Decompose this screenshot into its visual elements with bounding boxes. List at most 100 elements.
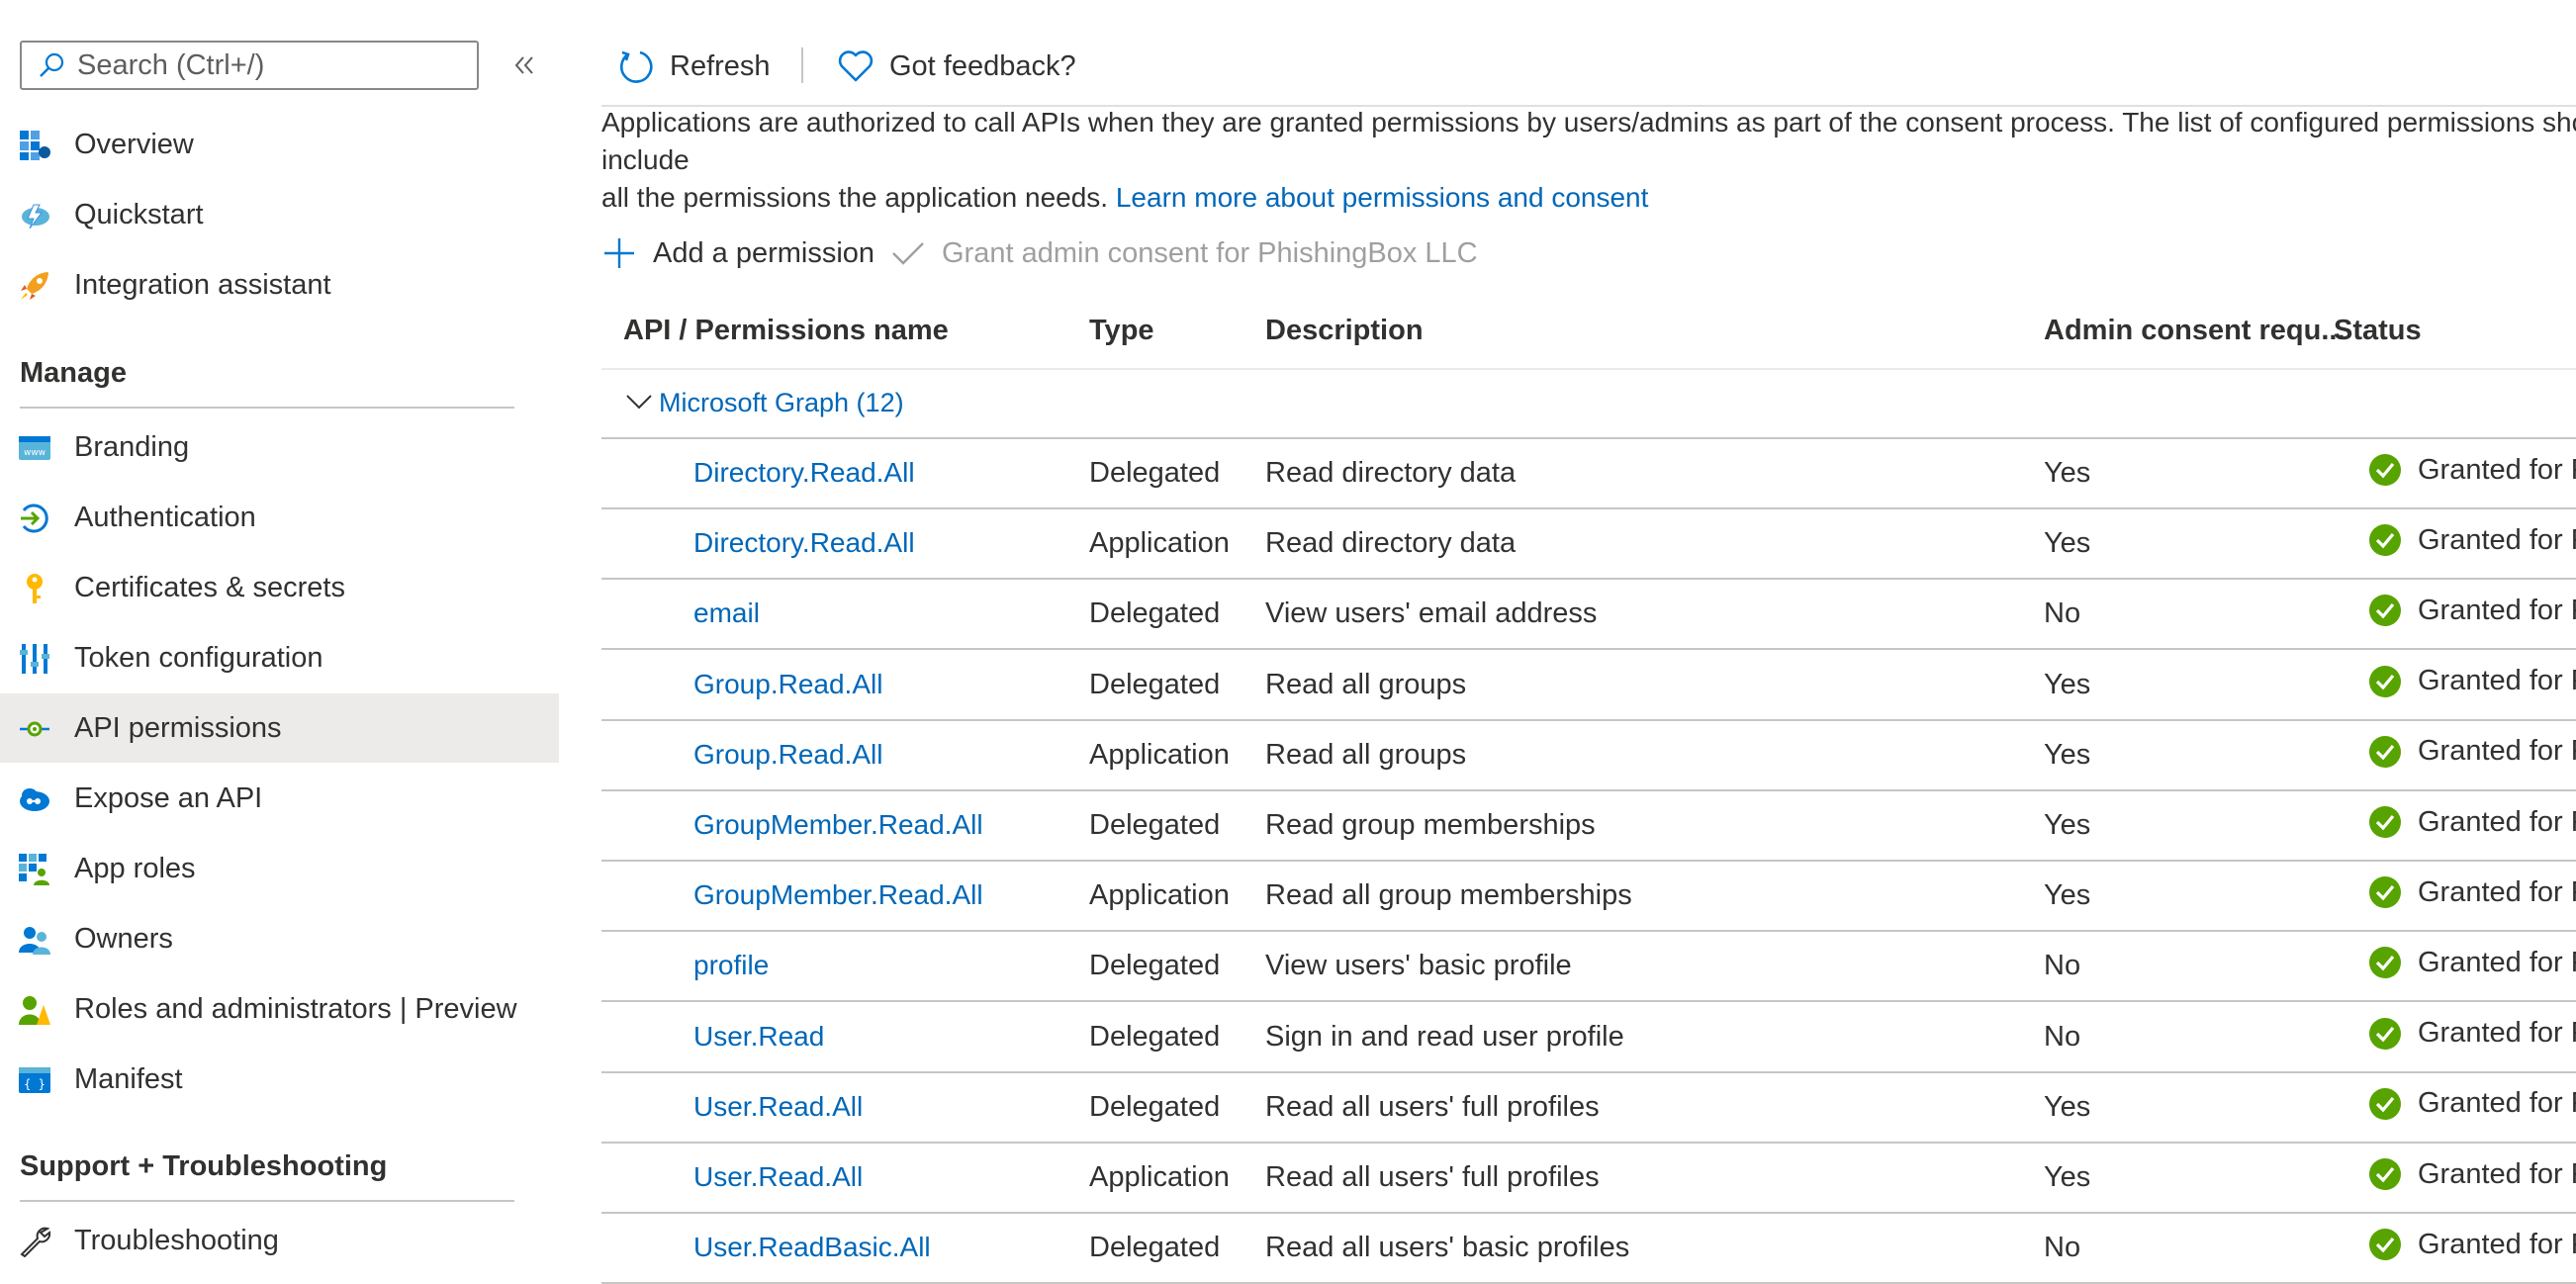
permission-name-link[interactable]: User.Read.All bbox=[693, 1161, 863, 1193]
permission-description: Read all users' full profiles bbox=[1265, 1161, 1600, 1193]
permission-name-link[interactable]: User.ReadBasic.All bbox=[693, 1232, 931, 1263]
admin-consent-required: Yes bbox=[2044, 738, 2091, 771]
status-text: Granted for Ph bbox=[2418, 1228, 2576, 1260]
table-row[interactable]: Directory.Read.All Application Read direct… bbox=[601, 507, 2576, 581]
sidebar-item-troubleshooting[interactable]: Troubleshooting bbox=[0, 1206, 559, 1275]
sidebar-item-roles-administrators[interactable]: Roles and administrators | Preview bbox=[0, 974, 559, 1044]
roles-administrators-icon bbox=[19, 996, 50, 1025]
admin-consent-required: Yes bbox=[2044, 1090, 2091, 1123]
sidebar-item-branding[interactable]: www Branding bbox=[0, 413, 559, 482]
manifest-icon: { } bbox=[19, 1067, 50, 1093]
search-input[interactable] bbox=[75, 47, 475, 83]
key-icon bbox=[27, 574, 43, 603]
permission-description: Read all groups bbox=[1265, 668, 1467, 700]
description-line: all the permissions the application need… bbox=[601, 182, 1116, 213]
admin-consent-required: No bbox=[2044, 597, 2081, 630]
granted-check-icon bbox=[2369, 947, 2401, 979]
permission-description: Read directory data bbox=[1265, 527, 1517, 560]
granted-check-icon bbox=[2369, 1158, 2401, 1190]
sidebar-item-expose-an-api[interactable]: Expose an API bbox=[0, 764, 559, 833]
wrench-icon bbox=[20, 1227, 51, 1258]
status-text: Granted for Ph bbox=[2418, 1087, 2576, 1120]
table-row[interactable]: GroupMember.Read.All Application Read all … bbox=[601, 860, 2576, 933]
collapse-sidebar-button[interactable] bbox=[506, 47, 542, 83]
table-row[interactable]: Group.Read.All Application Read all groups… bbox=[601, 719, 2576, 791]
column-header-name[interactable]: API / Permissions name bbox=[623, 315, 949, 347]
sidebar: Overview Quickstart Integration assistan… bbox=[0, 0, 559, 1284]
table-row[interactable]: User.ReadBasic.All Delegated Read all user… bbox=[601, 1212, 2576, 1284]
sidebar-item-app-roles[interactable]: App roles bbox=[0, 834, 559, 903]
admin-consent-required: Yes bbox=[2044, 668, 2091, 700]
permission-name-link[interactable]: User.Read.All bbox=[693, 1091, 863, 1123]
column-header-description[interactable]: Description bbox=[1265, 315, 1424, 347]
permission-name-link[interactable]: email bbox=[693, 597, 760, 629]
permission-status: Granted for Ph bbox=[2368, 1017, 2576, 1051]
divider bbox=[20, 407, 514, 409]
permission-description: Sign in and read user profile bbox=[1265, 1020, 1624, 1053]
admin-consent-required: No bbox=[2044, 950, 2081, 982]
permission-description: Read all users' basic profiles bbox=[1265, 1232, 1630, 1264]
refresh-button[interactable]: Refresh bbox=[616, 40, 771, 93]
permission-name-link[interactable]: Directory.Read.All bbox=[693, 527, 915, 559]
sidebar-item-token-configuration[interactable]: Token configuration bbox=[0, 623, 559, 692]
permission-name-link[interactable]: Directory.Read.All bbox=[693, 457, 915, 489]
admin-consent-required: Yes bbox=[2044, 1161, 2091, 1193]
feedback-label: Got feedback? bbox=[889, 49, 1076, 82]
sidebar-item-manifest[interactable]: { } Manifest bbox=[0, 1045, 559, 1114]
table-row[interactable]: Group.Read.All Delegated Read all groups Ye… bbox=[601, 649, 2576, 721]
permission-type: Delegated bbox=[1089, 668, 1221, 700]
sidebar-item-label: Owners bbox=[74, 922, 173, 955]
command-bar: Refresh Got feedback? bbox=[559, 0, 2576, 109]
sidebar-item-certificates-secrets[interactable]: Certificates & secrets bbox=[0, 553, 559, 622]
table-row[interactable]: User.Read.All Delegated Read all users' fu… bbox=[601, 1071, 2576, 1144]
admin-consent-required: Yes bbox=[2044, 809, 2091, 841]
table-row[interactable]: email Delegated View users' email address N… bbox=[601, 578, 2576, 651]
sidebar-item-owners[interactable]: Owners bbox=[0, 904, 559, 973]
table-row[interactable]: GroupMember.Read.All Delegated Read group … bbox=[601, 789, 2576, 862]
table-row[interactable]: User.Read.All Application Read all users' … bbox=[601, 1142, 2576, 1214]
sidebar-item-label: Certificates & secrets bbox=[74, 571, 345, 603]
group-row-microsoft-graph[interactable]: Microsoft Graph (12) bbox=[601, 368, 2576, 439]
table-row[interactable]: User.Read Delegated Sign in and read user … bbox=[601, 1001, 2576, 1073]
table-row[interactable]: Directory.Read.All Delegated Read director… bbox=[601, 437, 2576, 509]
sidebar-item-label: Roles and administrators | Preview bbox=[74, 992, 517, 1025]
column-header-admin-consent[interactable]: Admin consent requ... bbox=[2044, 315, 2346, 347]
sidebar-item-label: Troubleshooting bbox=[74, 1224, 279, 1256]
add-permission-button[interactable]: Add a permission bbox=[601, 226, 874, 281]
permission-name-link[interactable]: Group.Read.All bbox=[693, 669, 882, 700]
table-row[interactable]: profile Delegated View users' basic profil… bbox=[601, 930, 2576, 1003]
sidebar-item-overview[interactable]: Overview bbox=[0, 110, 559, 179]
sidebar-item-quickstart[interactable]: Quickstart bbox=[0, 180, 559, 249]
permission-name-link[interactable]: profile bbox=[693, 950, 769, 981]
grant-admin-consent-button[interactable]: Grant admin consent for PhishingBox LLC bbox=[890, 226, 1478, 281]
permission-status: Granted for Ph bbox=[2368, 665, 2576, 698]
column-header-type[interactable]: Type bbox=[1089, 315, 1154, 347]
permission-name-link[interactable]: Group.Read.All bbox=[693, 739, 882, 771]
permission-name-link[interactable]: User.Read bbox=[693, 1021, 824, 1053]
status-text: Granted for Ph bbox=[2418, 875, 2576, 908]
manage-section-title: Manage bbox=[20, 357, 127, 389]
feedback-button[interactable]: Got feedback? bbox=[836, 40, 1076, 93]
token-configuration-icon bbox=[20, 644, 49, 674]
status-text: Granted for Ph bbox=[2418, 1157, 2576, 1190]
granted-check-icon bbox=[2369, 735, 2401, 768]
add-permission-label: Add a permission bbox=[653, 236, 875, 269]
permission-name-link[interactable]: GroupMember.Read.All bbox=[693, 809, 983, 841]
column-header-status[interactable]: Status bbox=[2334, 315, 2422, 347]
sidebar-item-authentication[interactable]: Authentication bbox=[0, 483, 559, 552]
sidebar-item-label: Expose an API bbox=[74, 781, 263, 814]
group-label[interactable]: Microsoft Graph (12) bbox=[659, 388, 904, 418]
sidebar-item-integration-assistant[interactable]: Integration assistant bbox=[0, 250, 559, 320]
sidebar-item-api-permissions[interactable]: API permissions bbox=[0, 693, 559, 763]
api-permissions-icon bbox=[20, 721, 49, 737]
permission-name-link[interactable]: GroupMember.Read.All bbox=[693, 879, 983, 911]
status-text: Granted for Ph bbox=[2418, 735, 2576, 768]
rocket-icon bbox=[21, 272, 48, 300]
learn-more-link[interactable]: Learn more about permissions and consent bbox=[1116, 182, 1649, 213]
divider bbox=[20, 1200, 514, 1202]
permission-type: Application bbox=[1089, 1161, 1230, 1193]
sidebar-item-label: Quickstart bbox=[74, 198, 204, 230]
search-icon bbox=[40, 52, 64, 77]
cloud-lightning-icon bbox=[22, 204, 49, 229]
search-box[interactable] bbox=[20, 41, 479, 90]
